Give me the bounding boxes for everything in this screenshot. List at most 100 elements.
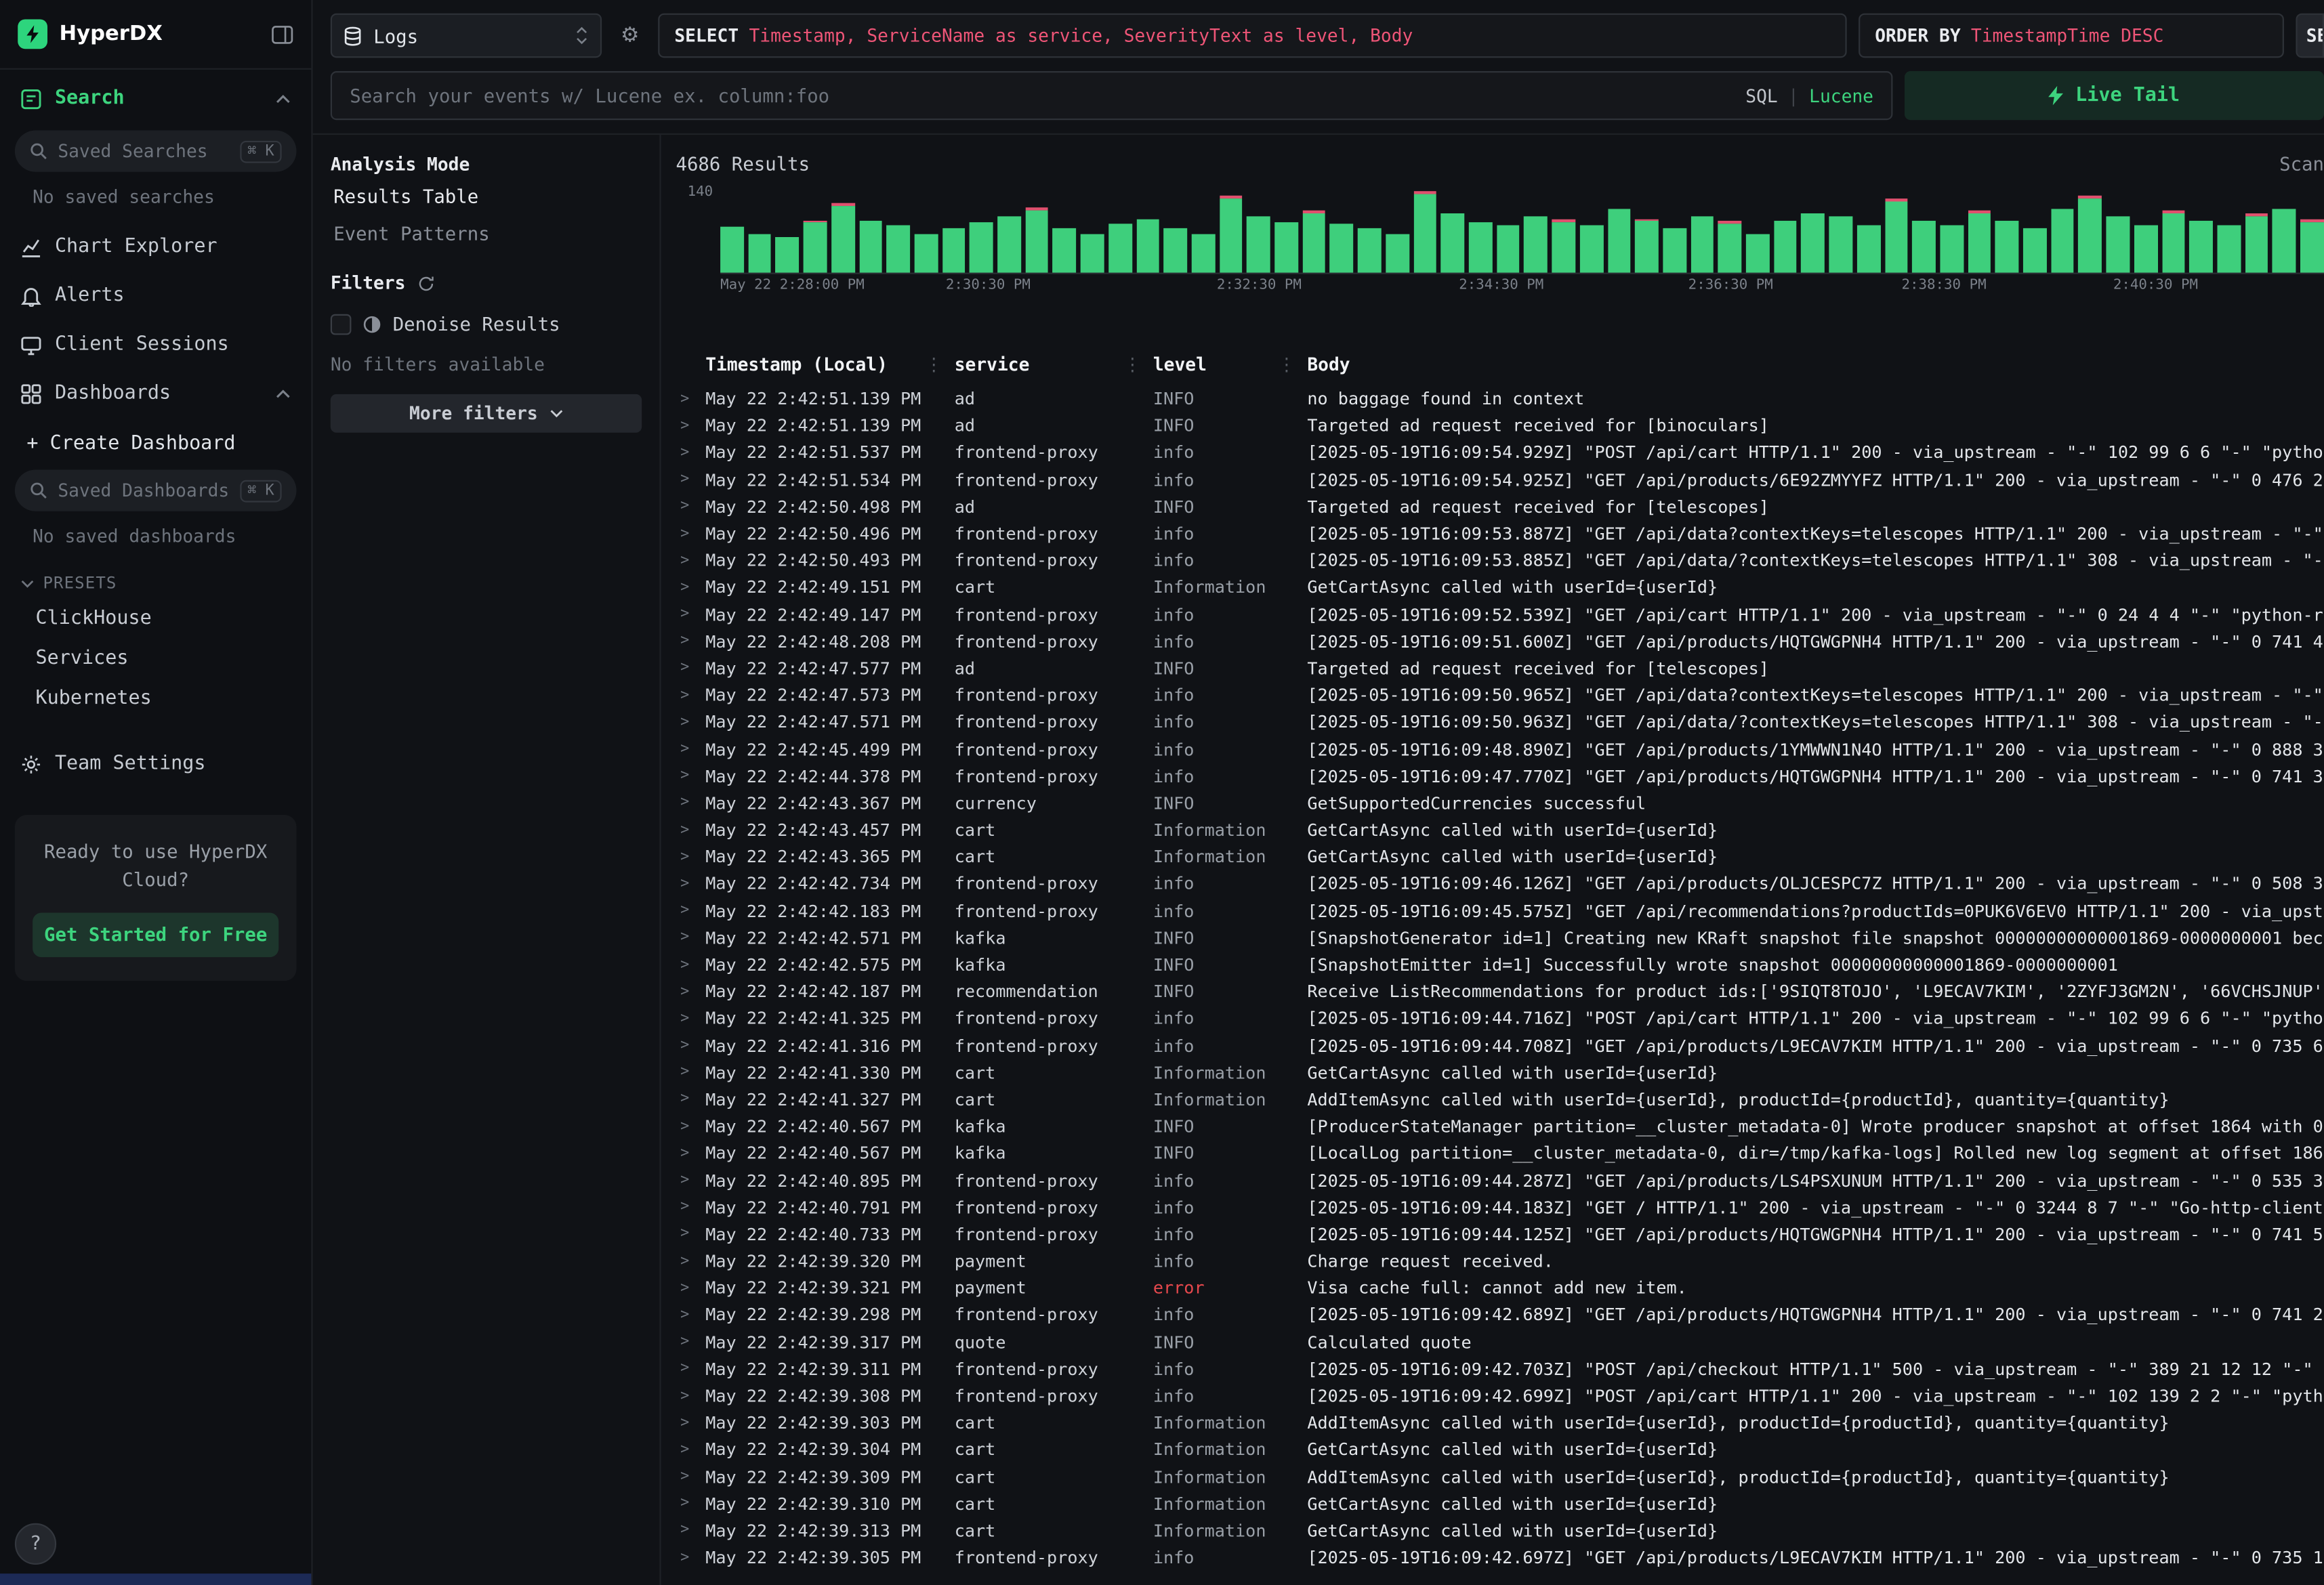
histogram-bar[interactable] <box>1524 216 1548 272</box>
log-row[interactable]: >May 22 2:42:39.320 PMpaymentinfoCharge … <box>676 1248 2324 1275</box>
log-row[interactable]: >May 22 2:42:39.308 PMfrontend-proxyinfo… <box>676 1382 2324 1410</box>
row-expand-icon[interactable]: > <box>676 903 706 919</box>
log-row[interactable]: >May 22 2:42:45.499 PMfrontend-proxyinfo… <box>676 736 2324 763</box>
row-expand-icon[interactable]: > <box>676 1145 706 1162</box>
histogram-bar[interactable] <box>1053 228 1076 272</box>
row-expand-icon[interactable]: > <box>676 499 706 515</box>
row-expand-icon[interactable]: > <box>676 444 706 461</box>
row-expand-icon[interactable]: > <box>676 1307 706 1323</box>
log-row[interactable]: >May 22 2:42:40.791 PMfrontend-proxyinfo… <box>676 1193 2324 1221</box>
order-by-input[interactable]: ORDER BY TimestampTime DESC <box>1859 14 2284 58</box>
histogram-bar[interactable] <box>1302 211 1325 273</box>
log-row[interactable]: >May 22 2:42:39.305 PMfrontend-proxyinfo… <box>676 1544 2324 1571</box>
log-row[interactable]: >May 22 2:42:50.498 PMadINFOTargeted ad … <box>676 493 2324 520</box>
preset-services[interactable]: Services <box>0 639 311 679</box>
mode-results-table[interactable]: Results Table <box>331 175 642 212</box>
histogram-bar[interactable] <box>1386 234 1409 273</box>
row-expand-icon[interactable]: > <box>676 1361 706 1377</box>
saved-dashboards-input[interactable]: Saved Dashboards ⌘ K <box>15 469 297 511</box>
column-menu-icon[interactable]: ⋮ <box>925 354 942 375</box>
sidebar-item-client-sessions[interactable]: Client Sessions <box>0 320 311 369</box>
row-expand-icon[interactable]: > <box>676 768 706 784</box>
row-expand-icon[interactable]: > <box>676 1280 706 1296</box>
sidebar-item-search[interactable]: Search <box>0 68 311 125</box>
row-expand-icon[interactable]: > <box>676 741 706 757</box>
histogram-bar[interactable] <box>1663 229 1686 273</box>
row-expand-icon[interactable]: > <box>676 1496 706 1512</box>
select-columns-input[interactable]: SELECT Timestamp, ServiceName as service… <box>658 14 1846 58</box>
histogram-bar[interactable] <box>942 229 965 273</box>
log-row[interactable]: >May 22 2:42:50.493 PMfrontend-proxyinfo… <box>676 547 2324 574</box>
column-header-body[interactable]: Body <box>1307 354 2324 375</box>
row-expand-icon[interactable]: > <box>676 391 706 407</box>
log-row[interactable]: >May 22 2:42:41.327 PMcartInformationAdd… <box>676 1086 2324 1113</box>
histogram-bar[interactable] <box>1940 226 1963 273</box>
help-button[interactable]: ? <box>15 1523 56 1565</box>
histogram-bar[interactable] <box>1192 235 1215 273</box>
histogram-bar[interactable] <box>1635 219 1658 273</box>
row-expand-icon[interactable]: > <box>676 1064 706 1080</box>
denoise-checkbox[interactable] <box>331 314 352 335</box>
histogram-bar[interactable] <box>1912 221 1935 273</box>
histogram-bar[interactable] <box>2273 209 2296 273</box>
histogram-bar[interactable] <box>1497 226 1520 273</box>
row-expand-icon[interactable]: > <box>676 795 706 811</box>
row-expand-icon[interactable]: > <box>676 471 706 488</box>
presets-header[interactable]: PRESETS <box>0 562 311 599</box>
sidebar-item-team-settings[interactable]: Team Settings <box>0 740 311 788</box>
column-header-service[interactable]: service⋮ <box>955 354 1153 375</box>
histogram-bar[interactable] <box>1579 226 1602 273</box>
query-language-toggle[interactable]: SQL | Lucene <box>1745 85 1873 106</box>
row-expand-icon[interactable]: > <box>676 1388 706 1404</box>
row-expand-icon[interactable]: > <box>676 822 706 838</box>
create-dashboard-button[interactable]: + Create Dashboard <box>0 418 311 464</box>
preset-clickhouse[interactable]: ClickHouse <box>0 599 311 639</box>
log-row[interactable]: >May 22 2:42:39.298 PMfrontend-proxyinfo… <box>676 1301 2324 1328</box>
histogram-bar[interactable] <box>1164 229 1187 273</box>
histogram-bar[interactable] <box>1081 234 1104 273</box>
row-expand-icon[interactable]: > <box>676 929 706 946</box>
log-row[interactable]: >May 22 2:42:41.325 PMfrontend-proxyinfo… <box>676 1005 2324 1032</box>
row-expand-icon[interactable]: > <box>676 660 706 676</box>
row-expand-icon[interactable]: > <box>676 1037 706 1053</box>
log-row[interactable]: >May 22 2:42:47.577 PMadINFOTargeted ad … <box>676 655 2324 682</box>
row-expand-icon[interactable]: > <box>676 1523 706 1539</box>
log-row[interactable]: >May 22 2:42:42.183 PMfrontend-proxyinfo… <box>676 897 2324 925</box>
histogram-bar[interactable] <box>1718 221 1741 272</box>
histogram-bar[interactable] <box>1025 208 1048 272</box>
log-row[interactable]: >May 22 2:42:44.378 PMfrontend-proxyinfo… <box>676 763 2324 790</box>
histogram-bar[interactable] <box>1413 191 1436 273</box>
histogram-bar[interactable] <box>1690 216 1714 272</box>
sidebar-item-alerts[interactable]: Alerts <box>0 271 311 320</box>
log-row[interactable]: >May 22 2:42:50.496 PMfrontend-proxyinfo… <box>676 520 2324 547</box>
log-row[interactable]: >May 22 2:42:49.151 PMcartInformationGet… <box>676 574 2324 601</box>
log-row[interactable]: >May 22 2:42:42.571 PMkafkaINFO[Snapshot… <box>676 924 2324 951</box>
log-row[interactable]: >May 22 2:42:43.367 PMcurrencyINFOGetSup… <box>676 790 2324 817</box>
log-row[interactable]: >May 22 2:42:51.534 PMfrontend-proxyinfo… <box>676 466 2324 493</box>
column-menu-icon[interactable]: ⋮ <box>1278 354 1295 375</box>
histogram-bar[interactable] <box>1358 229 1381 273</box>
histogram-bar[interactable] <box>1108 224 1132 273</box>
mode-event-patterns[interactable]: Event Patterns <box>331 212 642 249</box>
row-expand-icon[interactable]: > <box>676 1226 706 1242</box>
histogram-bar[interactable] <box>1746 234 1769 273</box>
more-filters-button[interactable]: More filters <box>331 394 642 433</box>
row-expand-icon[interactable]: > <box>676 1549 706 1565</box>
log-row[interactable]: >May 22 2:42:51.139 PMadINFOno baggage f… <box>676 385 2324 413</box>
saved-searches-input[interactable]: Saved Searches ⌘ K <box>15 131 297 172</box>
row-expand-icon[interactable]: > <box>676 1468 706 1485</box>
log-row[interactable]: >May 22 2:42:41.316 PMfrontend-proxyinfo… <box>676 1032 2324 1059</box>
log-row[interactable]: >May 22 2:42:39.311 PMfrontend-proxyinfo… <box>676 1355 2324 1382</box>
histogram-bar[interactable] <box>1995 221 2018 273</box>
log-row[interactable]: >May 22 2:42:39.313 PMcartInformationGet… <box>676 1517 2324 1544</box>
column-menu-icon[interactable]: ⋮ <box>1123 354 1141 375</box>
histogram-bar[interactable] <box>2245 213 2268 273</box>
row-expand-icon[interactable]: > <box>676 417 706 434</box>
row-expand-icon[interactable]: > <box>676 1011 706 1027</box>
live-tail-button[interactable]: Live Tail <box>1905 71 2324 120</box>
histogram-bar[interactable] <box>1774 221 1797 273</box>
log-row[interactable]: >May 22 2:42:39.303 PMcartInformationAdd… <box>676 1410 2324 1437</box>
log-row[interactable]: >May 22 2:42:47.571 PMfrontend-proxyinfo… <box>676 709 2324 736</box>
row-expand-icon[interactable]: > <box>676 1334 706 1350</box>
histogram-bar[interactable] <box>1441 213 1464 272</box>
